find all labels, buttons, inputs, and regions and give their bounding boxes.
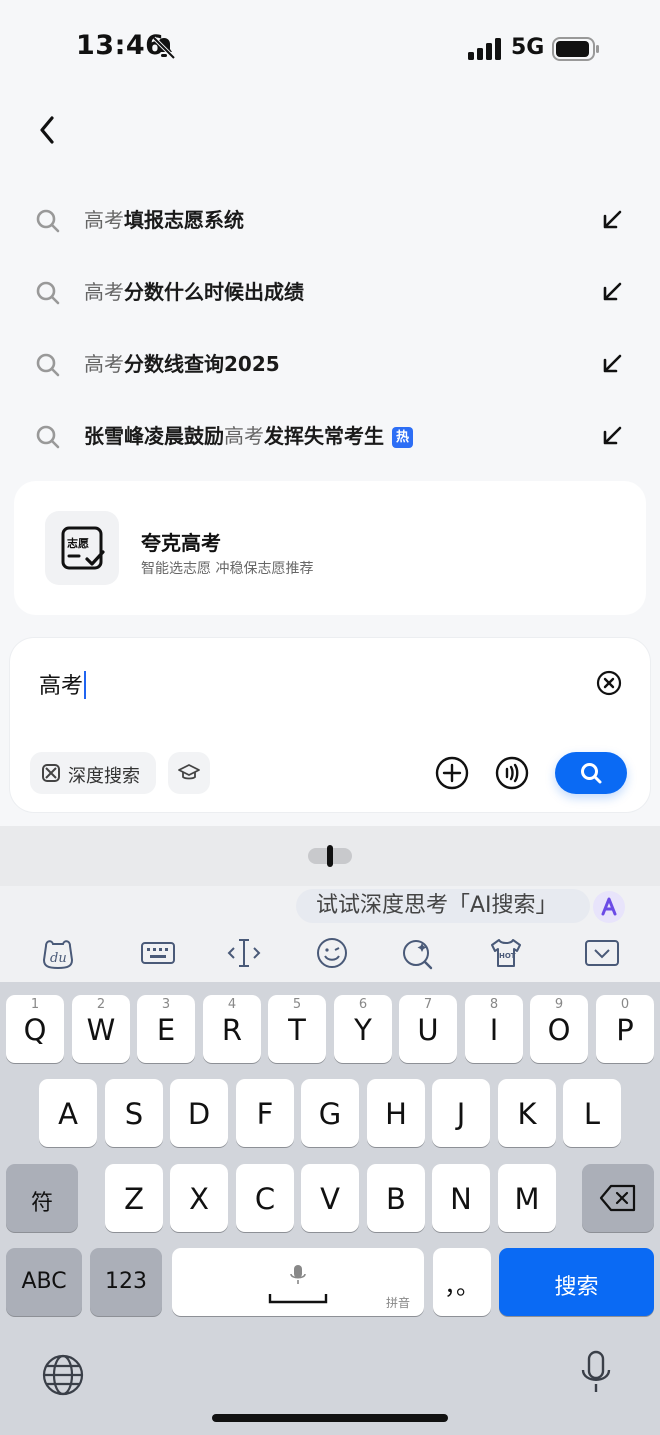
key-c[interactable]: C xyxy=(236,1164,294,1232)
key-e[interactable]: 3E xyxy=(137,995,195,1063)
key-w[interactable]: 2W xyxy=(72,995,130,1063)
key-k[interactable]: K xyxy=(498,1079,556,1147)
deep-search-button[interactable]: 深度搜索 xyxy=(30,752,156,794)
emoji-icon[interactable] xyxy=(314,936,350,970)
fill-query-arrow-icon[interactable] xyxy=(600,424,624,448)
key-h[interactable]: H xyxy=(367,1079,425,1147)
signal-icon xyxy=(468,38,501,60)
punctuation-key[interactable]: ，。 xyxy=(433,1248,491,1316)
key-d[interactable]: D xyxy=(170,1079,228,1147)
battery-icon xyxy=(552,37,599,61)
back-icon[interactable] xyxy=(30,110,66,150)
fill-query-arrow-icon[interactable] xyxy=(600,208,624,232)
keyboard-drag-area[interactable] xyxy=(0,826,660,886)
bell-muted-icon xyxy=(152,36,176,60)
keyboard-toolbar: 试试深度思考「AI搜索」 du HOT xyxy=(0,886,660,982)
home-indicator xyxy=(212,1414,448,1422)
drag-handle-bar xyxy=(327,845,333,867)
suggestion-item[interactable]: 高考分数线查询2025 xyxy=(0,334,660,394)
search-icon xyxy=(36,425,60,449)
cursor-icon[interactable] xyxy=(226,936,262,970)
keyboard-search-key[interactable]: 搜索 xyxy=(499,1248,654,1316)
app-card-title: 夸克高考 xyxy=(141,531,221,555)
key-v[interactable]: V xyxy=(301,1164,359,1232)
key-a[interactable]: A xyxy=(39,1079,97,1147)
svg-text:du: du xyxy=(50,951,67,966)
key-p[interactable]: 0P xyxy=(596,995,654,1063)
search-icon xyxy=(36,209,60,233)
app-card-subtitle: 智能选志愿 冲稳保志愿推荐 xyxy=(141,561,314,577)
keyboard-icon[interactable] xyxy=(140,936,176,970)
suggestion-item[interactable]: 高考分数什么时候出成绩 xyxy=(0,262,660,322)
key-l[interactable]: L xyxy=(563,1079,621,1147)
abc-key[interactable]: ABC xyxy=(6,1248,82,1316)
graduation-cap-button[interactable] xyxy=(168,752,210,794)
key-n[interactable]: N xyxy=(432,1164,490,1232)
search-icon xyxy=(36,281,60,305)
fill-query-arrow-icon[interactable] xyxy=(600,352,624,376)
network-label: 5G xyxy=(511,35,545,60)
key-j[interactable]: J xyxy=(432,1079,490,1147)
key-x[interactable]: X xyxy=(170,1164,228,1232)
numbers-key[interactable]: 123 xyxy=(90,1248,162,1316)
backspace-icon xyxy=(599,1184,636,1212)
key-m[interactable]: M xyxy=(498,1164,556,1232)
add-icon[interactable] xyxy=(435,756,469,790)
keyboard: 试试深度思考「AI搜索」 du HOT 1 Q 2 W 3 E 4 R 5 T … xyxy=(0,886,660,1435)
suggestion-item[interactable]: 张雪峰凌晨鼓励高考发挥失常考生热 xyxy=(0,406,660,466)
app-card[interactable]: 志愿 夸克高考 智能选志愿 冲稳保志愿推荐 xyxy=(14,481,646,615)
key-f[interactable]: F xyxy=(236,1079,294,1147)
suggestion-text: 高考分数什么时候出成绩 xyxy=(84,280,304,304)
search-icon xyxy=(581,763,602,784)
hot-badge: 热 xyxy=(392,427,413,448)
fill-query-arrow-icon[interactable] xyxy=(600,280,624,304)
search-button[interactable] xyxy=(555,752,627,794)
key-z[interactable]: Z xyxy=(105,1164,163,1232)
backspace-key[interactable] xyxy=(582,1164,654,1232)
search-icon xyxy=(36,353,60,377)
space-bar-icon xyxy=(268,1294,328,1304)
key-y[interactable]: 6Y xyxy=(334,995,392,1063)
key-b[interactable]: B xyxy=(367,1164,425,1232)
key-s[interactable]: S xyxy=(105,1079,163,1147)
key-r[interactable]: 4R xyxy=(203,995,261,1063)
microphone-icon[interactable] xyxy=(580,1350,612,1394)
ai-search-suggestion[interactable]: 试试深度思考「AI搜索」 xyxy=(296,889,590,923)
svg-text:HOT: HOT xyxy=(499,952,516,960)
key-i[interactable]: 8I xyxy=(465,995,523,1063)
hot-shirt-icon[interactable]: HOT xyxy=(488,936,524,970)
text-caret xyxy=(84,671,87,699)
ai-sparkle-icon[interactable] xyxy=(400,936,436,970)
suggestion-item[interactable]: 高考填报志愿系统 xyxy=(0,190,660,250)
du-logo-icon[interactable]: du xyxy=(40,936,76,970)
clear-icon[interactable] xyxy=(596,670,622,696)
search-box[interactable]: 高考 深度搜索 xyxy=(10,638,650,812)
pinyin-label: 拼音 xyxy=(385,1296,410,1310)
key-g[interactable]: G xyxy=(301,1079,359,1147)
search-input[interactable]: 高考 xyxy=(39,668,87,700)
key-o[interactable]: 9O xyxy=(530,995,588,1063)
status-bar: 13:46 5G xyxy=(0,0,660,96)
svg-text:志愿: 志愿 xyxy=(67,536,89,550)
collapse-keyboard-icon[interactable] xyxy=(584,936,620,970)
suggestion-text: 高考填报志愿系统 xyxy=(84,208,244,232)
microphone-small-icon xyxy=(290,1265,306,1284)
space-key[interactable]: 拼音 xyxy=(172,1248,424,1316)
suggestion-text: 高考分数线查询2025 xyxy=(84,352,280,376)
deep-search-icon xyxy=(42,764,60,782)
voice-icon[interactable] xyxy=(495,756,529,790)
volunteer-app-icon: 志愿 xyxy=(45,511,119,585)
globe-icon[interactable] xyxy=(42,1354,84,1396)
key-t[interactable]: 5T xyxy=(268,995,326,1063)
ai-assistant-icon[interactable] xyxy=(593,891,625,923)
suggestion-text: 张雪峰凌晨鼓励高考发挥失常考生热 xyxy=(84,420,413,449)
key-u[interactable]: 7U xyxy=(399,995,457,1063)
key-q[interactable]: 1Q xyxy=(6,995,64,1063)
symbol-key[interactable]: 符 xyxy=(6,1164,78,1232)
deep-search-label: 深度搜索 xyxy=(68,766,140,787)
graduation-cap-icon xyxy=(178,764,200,780)
